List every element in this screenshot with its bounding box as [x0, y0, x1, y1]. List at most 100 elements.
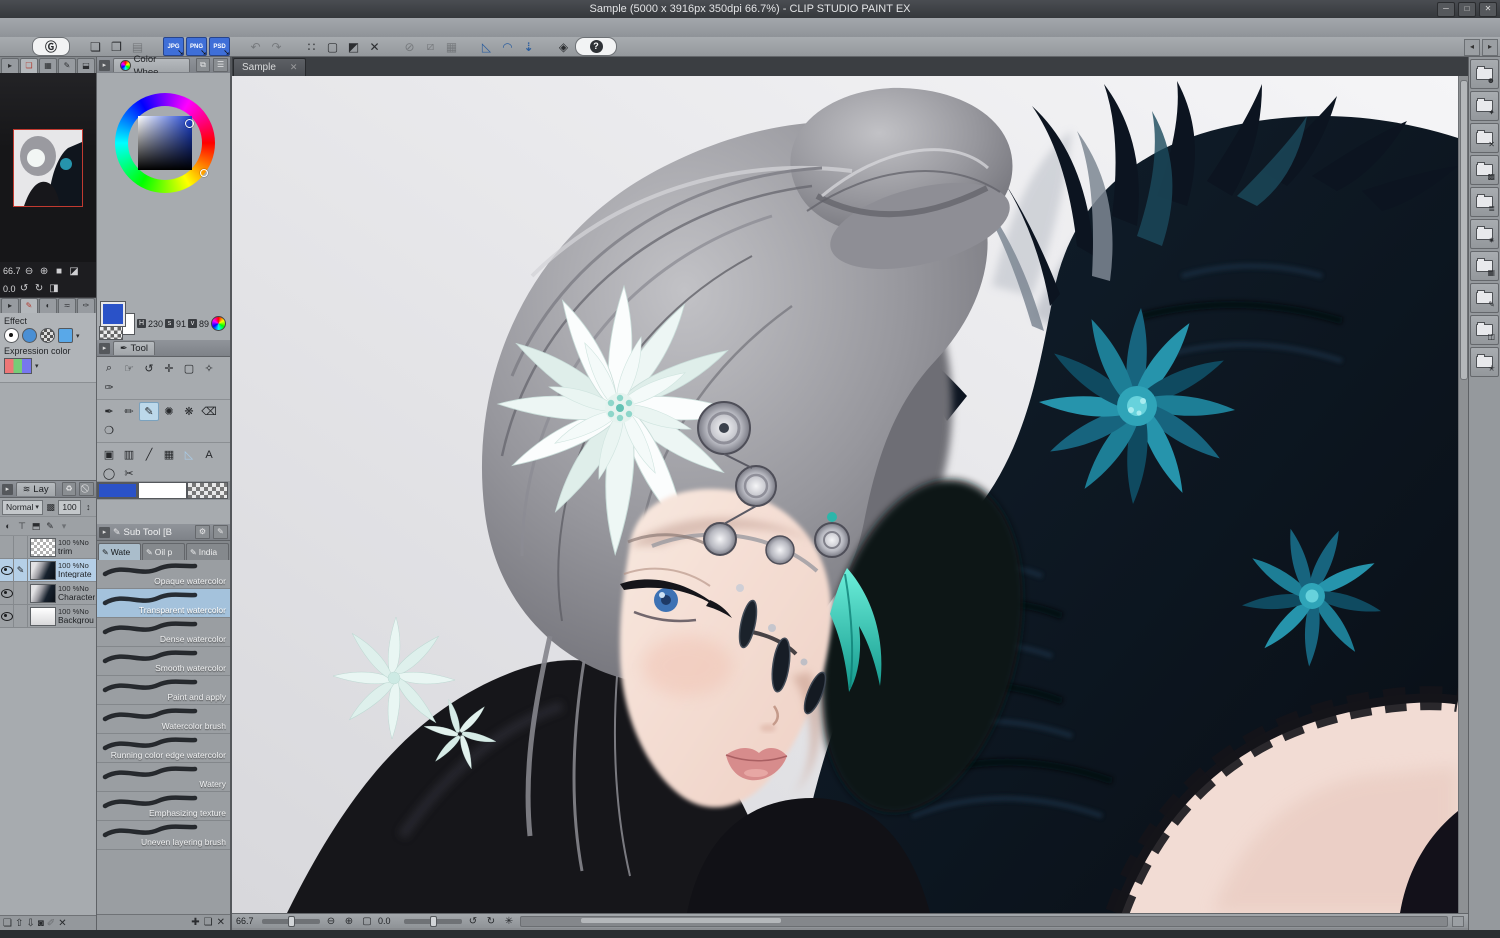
material-3d-object-button[interactable]: ◫	[1470, 315, 1499, 345]
layer-visibility-eye-icon[interactable]	[1, 589, 13, 598]
effect-color-swatch[interactable]	[22, 328, 37, 343]
pin-tab[interactable]: ✑	[77, 298, 95, 313]
horizontal-scrollbar-thumb[interactable]	[581, 918, 781, 923]
minimize-button[interactable]: ─	[1437, 2, 1455, 17]
subtool-tab-watercolor[interactable]: ✎Wate	[98, 543, 141, 560]
menu-item[interactable]	[88, 18, 110, 37]
reset-rotation-button[interactable]: ✳	[502, 916, 516, 927]
lock-layer-icon[interactable]: ⬒	[30, 521, 42, 532]
sv-cursor[interactable]	[185, 119, 194, 128]
main-color-bar[interactable]	[97, 482, 138, 499]
layer-row-character[interactable]: ✎ 100 %No Character	[0, 582, 96, 605]
snap-off-2-button[interactable]: ⧄	[421, 38, 440, 55]
brush-list-item[interactable]: Opaque watercolor	[97, 560, 230, 589]
menu-item[interactable]	[110, 18, 132, 37]
expression-dropdown-icon[interactable]: ▾	[35, 362, 39, 370]
navigator-preview[interactable]	[0, 73, 96, 262]
document-tab[interactable]: Sample ✕	[233, 58, 306, 76]
brush-list-item[interactable]: Uneven layering brush	[97, 821, 230, 850]
new-layer-icon[interactable]: ❏	[3, 918, 12, 929]
color-history-icon[interactable]: ⧉	[196, 58, 211, 72]
menu-item[interactable]	[198, 18, 220, 37]
zoom-in-button[interactable]: ⊕	[342, 916, 356, 927]
pen-tool[interactable]: ✒	[99, 402, 119, 421]
layer-row-trim[interactable]: ✎ 100 %No trim	[0, 536, 96, 559]
deselect-button[interactable]: ∷	[302, 38, 321, 55]
brush-tool[interactable]: ✎	[139, 402, 159, 421]
item-bank-tab[interactable]: ✎	[58, 58, 76, 73]
menu-item[interactable]	[0, 18, 22, 37]
nav-zoom-in-icon[interactable]: ⊕	[38, 266, 51, 277]
eraser-tool[interactable]: ⌫	[199, 402, 219, 421]
menu-item[interactable]	[132, 18, 154, 37]
hue-marker[interactable]	[200, 169, 208, 177]
layer-visibility-eye-icon[interactable]	[1, 566, 13, 575]
figure-tool[interactable]: ╱	[139, 445, 159, 464]
color-mode-wheel-icon[interactable]	[211, 316, 226, 331]
foreground-color-swatch[interactable]	[101, 302, 125, 326]
material-transform-button[interactable]: ✕	[1470, 123, 1499, 153]
rotate-left-button[interactable]: ↺	[466, 916, 480, 927]
export-png-button[interactable]: PNG	[186, 37, 207, 56]
effect-layer-color-swatch[interactable]	[58, 328, 73, 343]
material-manga-material-button[interactable]: ≣	[1470, 187, 1499, 217]
layer-opacity-field[interactable]: 100	[58, 500, 80, 515]
fill-tool[interactable]: ▣	[99, 445, 119, 464]
horizontal-scrollbar[interactable]	[520, 916, 1448, 927]
delete-layer-icon[interactable]: ✕	[58, 918, 66, 929]
layer-visibility-eye-icon[interactable]	[1, 612, 13, 621]
rotation-slider[interactable]	[404, 919, 462, 924]
close-button[interactable]: ✕	[1479, 2, 1497, 17]
blend-tool[interactable]: ❍	[99, 421, 119, 440]
material-image-button[interactable]: ✦	[1470, 91, 1499, 121]
grid-button[interactable]: ▦	[442, 38, 461, 55]
canvas-artwork[interactable]	[232, 76, 1458, 913]
layer-row-integrate[interactable]: ✎ 100 %No Integrate	[0, 559, 96, 582]
brush-list-item[interactable]: Dense watercolor	[97, 618, 230, 647]
layer-row-background[interactable]: ✎ 100 %No Backgrou	[0, 605, 96, 628]
panel-menu-icon[interactable]: ▸	[1, 298, 19, 313]
subtool-tab-oil[interactable]: ✎Oil p	[142, 543, 185, 560]
material-color-pattern-button[interactable]: ☻	[1470, 59, 1499, 89]
zoom-out-button[interactable]: ⊖	[324, 916, 338, 927]
sub-tool-settings-icon[interactable]: ⚙	[195, 525, 210, 539]
brush-list-item[interactable]: Transparent watercolor	[97, 589, 230, 618]
subtool-tab-india[interactable]: ✎India	[186, 543, 229, 560]
nav-rotate-right-icon[interactable]: ↻	[33, 283, 46, 294]
navigator-tab[interactable]: ❏	[20, 58, 38, 73]
zoom-slider[interactable]	[262, 919, 320, 924]
brush-list-item[interactable]: Smooth watercolor	[97, 647, 230, 676]
snap-to-grid-button[interactable]: ⇣	[519, 38, 538, 55]
pin-layer-icon[interactable]: ⊤	[16, 521, 28, 532]
transform-selection-button[interactable]: ✕	[365, 38, 384, 55]
airbrush-tool[interactable]: ✺	[159, 402, 179, 421]
undo-button[interactable]: ↶	[246, 38, 265, 55]
blend-mode-select[interactable]: Normal▾	[2, 500, 43, 515]
layer-mask-icon[interactable]: ◙	[38, 918, 44, 929]
snap-to-ruler-button[interactable]: ◺	[477, 38, 496, 55]
merge-with-lower-layer-icon[interactable]: ⇩	[26, 918, 34, 929]
subview-tab[interactable]: ▦	[39, 58, 57, 73]
nav-fit-icon[interactable]: ■	[53, 266, 66, 277]
brush-settings-tab[interactable]: ✎	[20, 298, 38, 313]
reference-tab[interactable]: ⬓	[77, 58, 95, 73]
menu-item[interactable]	[44, 18, 66, 37]
toolbar-overflow-right-icon[interactable]: ▸	[1482, 39, 1498, 56]
effect-tone-swatch[interactable]	[40, 328, 55, 343]
sub-tool-detail-icon[interactable]: ✎	[213, 525, 228, 539]
material-effect-button[interactable]: ✷	[1470, 219, 1499, 249]
slider-tab[interactable]: ≂	[58, 298, 76, 313]
panel-menu-icon[interactable]: ▸	[99, 343, 110, 354]
help-button[interactable]: ?	[575, 37, 617, 56]
menu-item[interactable]	[66, 18, 88, 37]
panel-menu-icon[interactable]: ▸	[99, 527, 110, 538]
material-pose-button[interactable]: ✭	[1470, 347, 1499, 377]
layer-panel-tab[interactable]: ≋Lay	[16, 482, 56, 496]
brush-list-item[interactable]: Running color edge watercolor	[97, 734, 230, 763]
vertical-scrollbar-thumb[interactable]	[1460, 80, 1468, 380]
open-file-button[interactable]: ❐	[107, 38, 126, 55]
nav-flip-icon[interactable]: ◨	[48, 283, 61, 294]
sub-color-bar[interactable]	[138, 482, 187, 499]
lock-transparent-pixels-icon[interactable]: ✎	[44, 521, 56, 532]
effect-dropdown-icon[interactable]: ▾	[76, 332, 80, 340]
